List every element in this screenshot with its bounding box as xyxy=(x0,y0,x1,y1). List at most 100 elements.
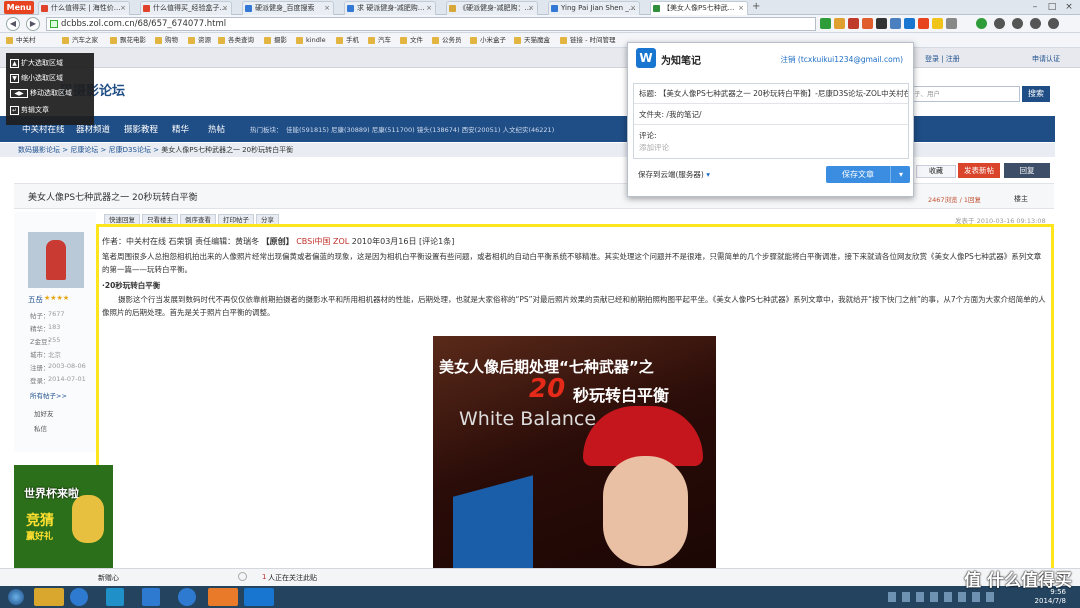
maximize-icon[interactable]: □ xyxy=(1045,1,1059,13)
wiz-note-icon[interactable] xyxy=(904,18,915,29)
address-bar[interactable]: dcbbs.zol.com.cn/68/657_674077.html xyxy=(46,17,816,31)
reply-button[interactable]: 回复 xyxy=(1004,163,1050,178)
breadcrumb-item[interactable]: 尼康论坛 xyxy=(70,146,98,154)
comment-field[interactable]: 评论: 添加评论 xyxy=(634,126,908,154)
secure-icon xyxy=(50,20,58,28)
bookmark[interactable]: 手机 xyxy=(336,35,359,46)
private-message-link[interactable]: 私信 xyxy=(34,423,47,433)
bookmark[interactable]: 公务员 xyxy=(432,35,462,46)
history-icon[interactable] xyxy=(1012,18,1023,29)
bookmark[interactable]: 购物 xyxy=(155,35,178,46)
save-target-dropdown[interactable]: 保存到云端(服务器) ▾ xyxy=(638,169,710,180)
bookmark[interactable]: 汽车之家 xyxy=(62,35,98,46)
bookmark[interactable]: 摄影 xyxy=(264,35,287,46)
hot-links[interactable]: 佳能(591815) 尼康(30889) 尼康(511700) 镜头(13867… xyxy=(286,124,554,134)
move-arrows-icon: ◀▶ xyxy=(10,88,28,98)
close-window-icon[interactable]: × xyxy=(1062,1,1076,13)
folder-field[interactable]: 文件夹: /我的笔记/ xyxy=(634,105,908,125)
favorite-button[interactable]: 收藏 xyxy=(916,165,956,178)
extension-icon[interactable] xyxy=(834,18,845,29)
tab-close-icon[interactable]: × xyxy=(630,2,636,15)
browser-tab[interactable]: Ying Pai Jian Shen _... × xyxy=(548,1,640,15)
save-article-button[interactable]: 保存文章 ▾ xyxy=(826,166,910,183)
k-app-taskbar-icon[interactable] xyxy=(178,588,196,606)
login-links[interactable]: 登录 | 注册 xyxy=(925,54,960,64)
extension-icon[interactable] xyxy=(848,18,859,29)
hot-label: 热门板块： xyxy=(250,126,283,134)
new-post-button[interactable]: 发表新帖 xyxy=(958,163,1000,178)
extension-icon[interactable] xyxy=(876,18,887,29)
bookmark[interactable]: 小米盒子 xyxy=(470,35,506,46)
browser-menu-button[interactable]: Menu xyxy=(4,1,34,14)
browser-tab[interactable]: 求 硬派健身-减肥购... × xyxy=(344,1,436,15)
user-field-label: 帖子： xyxy=(30,312,50,320)
tray-icons[interactable] xyxy=(888,592,998,602)
bookmark[interactable]: kindle xyxy=(296,35,326,46)
settings-icon[interactable] xyxy=(1048,18,1059,29)
bookmark[interactable]: 链接 - 时间管理 xyxy=(560,35,615,46)
bookmark[interactable]: 各类查询 xyxy=(218,35,254,46)
breadcrumb-item[interactable]: 尼康D3S论坛 xyxy=(109,146,151,154)
tab-close-icon[interactable]: × xyxy=(528,2,534,15)
thread-stats: 2467浏览 / 1回复 xyxy=(928,196,981,204)
username[interactable]: 五岳 xyxy=(28,294,43,305)
download-icon[interactable] xyxy=(994,18,1005,29)
browser-tab[interactable]: 什么值得买_经验盒子... × xyxy=(140,1,232,15)
extension-icon[interactable] xyxy=(890,18,901,29)
extension-icon[interactable] xyxy=(918,18,929,29)
wiz-taskbar-icon[interactable] xyxy=(244,588,274,606)
new-tab-button[interactable]: + xyxy=(752,1,764,14)
tab-close-icon[interactable]: × xyxy=(222,2,228,15)
left-ad-banner[interactable]: 世界杯来啦 竞猜 赢好礼 xyxy=(14,465,113,580)
mascot-icon xyxy=(72,495,104,543)
bookmark[interactable]: 中关村 xyxy=(6,35,36,46)
site-search-button[interactable]: 搜索 xyxy=(1022,86,1050,102)
bookmark[interactable]: 天猫魔盒 xyxy=(514,35,550,46)
tab-close-icon[interactable]: × xyxy=(324,2,330,15)
title-field[interactable]: 标题: 【美女人像PS七种武器之一 20秒玩转白平衡】-尼康D3S论坛-ZOL中… xyxy=(634,84,908,104)
qq-taskbar-icon[interactable] xyxy=(106,588,124,606)
refresh-icon[interactable] xyxy=(976,18,987,29)
all-posts-link[interactable]: 所有帖子>> xyxy=(30,390,67,400)
avatar[interactable] xyxy=(28,232,84,288)
extension-icon[interactable] xyxy=(862,18,873,29)
breadcrumb-item[interactable]: 数码摄影论坛 xyxy=(18,146,60,154)
shield-icon[interactable] xyxy=(820,18,831,29)
browser-tab[interactable]: 什么值得买 | 海性价... × xyxy=(38,1,130,15)
bookmark[interactable]: 飘花电影 xyxy=(110,35,146,46)
user-field-value: 2003-08-06 xyxy=(48,362,86,370)
tab-close-icon[interactable]: × xyxy=(738,2,744,15)
browser-tab[interactable]: 《硬派健身-减肥购：... × xyxy=(446,1,538,15)
tab-close-icon[interactable]: × xyxy=(120,2,126,15)
apply-cert-link[interactable]: 申请认证 xyxy=(1032,54,1060,64)
nav-item[interactable]: 精华 xyxy=(172,123,189,135)
extension-icon[interactable] xyxy=(946,18,957,29)
browser-tab-active[interactable]: 【美女人像PS七种武... × xyxy=(650,1,748,15)
clip-article-item[interactable]: ↵ 剪辑文章 xyxy=(10,105,49,115)
minimize-icon[interactable]: – xyxy=(1028,1,1042,13)
nav-item[interactable]: 热帖 xyxy=(208,123,225,135)
bookmark[interactable]: 汽车 xyxy=(368,35,391,46)
author-floor-label: 楼主 xyxy=(1014,195,1028,203)
back-icon[interactable]: ◀ xyxy=(6,17,20,31)
add-friend-link[interactable]: 加好友 xyxy=(34,408,54,418)
nav-item[interactable]: 摄影教程 xyxy=(124,123,158,135)
move-selection-item[interactable]: ◀▶ 移动选取区域 xyxy=(10,88,72,98)
star-icon[interactable] xyxy=(932,18,943,29)
start-button[interactable] xyxy=(3,586,29,608)
home-icon[interactable] xyxy=(1030,18,1041,29)
forward-icon[interactable]: ▶ xyxy=(26,17,40,31)
bookmark[interactable]: 文件 xyxy=(400,35,423,46)
ie-taskbar-icon[interactable] xyxy=(142,588,160,606)
explorer-taskbar-icon[interactable] xyxy=(34,588,64,606)
save-options-chevron-icon[interactable]: ▾ xyxy=(892,166,910,183)
logout-link[interactable]: 注销 xyxy=(781,55,796,64)
shrink-selection-item[interactable]: ▼ 缩小选取区域 xyxy=(10,73,63,83)
browser-taskbar-icon[interactable] xyxy=(208,588,238,606)
chrome-taskbar-icon[interactable] xyxy=(70,588,88,606)
bookmark[interactable]: 资源 xyxy=(188,35,211,46)
status-refresh-icon[interactable] xyxy=(238,572,247,581)
browser-tab[interactable]: 硬派健身_百度搜索 × xyxy=(242,1,334,15)
tab-close-icon[interactable]: × xyxy=(426,2,432,15)
expand-selection-item[interactable]: ▲ 扩大选取区域 xyxy=(10,58,63,68)
